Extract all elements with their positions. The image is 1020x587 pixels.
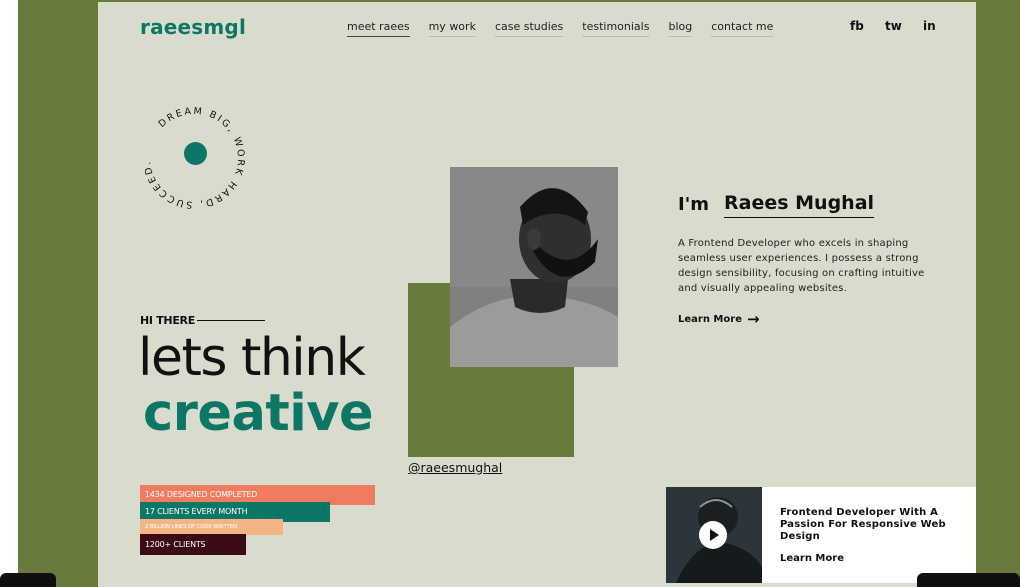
corner-widget-left xyxy=(0,573,56,587)
main-nav: meet raees my work case studies testimon… xyxy=(347,20,774,37)
profile-photo xyxy=(450,167,618,367)
hero-headline-line2: creative xyxy=(143,384,374,443)
video-card-title: Frontend Developer With A Passion For Re… xyxy=(780,507,946,542)
learn-more-label: Learn More xyxy=(678,314,742,325)
nav-item-case-studies[interactable]: case studies xyxy=(494,20,564,37)
corner-widget-right xyxy=(917,573,1020,587)
nav-item-meet-raees[interactable]: meet raees xyxy=(347,20,410,37)
nav-item-my-work[interactable]: my work xyxy=(428,20,476,37)
video-card[interactable]: Frontend Developer With A Passion For Re… xyxy=(666,487,976,583)
profile-bio: A Frontend Developer who excels in shapi… xyxy=(678,238,925,294)
play-icon[interactable] xyxy=(699,521,727,549)
badge-center-dot xyxy=(184,142,207,165)
landing-page: raeesmgl meet raees my work case studies… xyxy=(98,2,976,587)
social-handle[interactable]: @raeesmughal xyxy=(408,460,502,475)
twitter-link[interactable]: tw xyxy=(885,19,902,33)
greeting-line xyxy=(196,320,265,321)
nav-item-contact-me[interactable]: contact me xyxy=(711,20,774,37)
arrow-right-icon: → xyxy=(746,310,760,328)
greeting-row: HI THERE xyxy=(140,314,265,327)
stat-total-clients: 1200+ CLIENTS xyxy=(140,534,246,555)
outer-frame: raeesmgl meet raees my work case studies… xyxy=(18,0,1020,587)
nav-item-blog[interactable]: blog xyxy=(668,20,693,37)
intro-text: I'm xyxy=(678,194,709,215)
stat-lines-of-code: 2 BILLION LINES OF CODE WRITTEN xyxy=(140,519,283,535)
linkedin-link[interactable]: in xyxy=(923,19,936,33)
nav-item-testimonials[interactable]: testimonials xyxy=(582,20,650,37)
hero-headline-line1: lets think xyxy=(138,328,366,388)
video-card-learn-more[interactable]: Learn More xyxy=(780,553,844,564)
site-logo[interactable]: raeesmgl xyxy=(140,15,246,39)
video-thumbnail[interactable] xyxy=(666,487,762,583)
greeting-text: HI THERE xyxy=(140,314,195,327)
learn-more-link[interactable]: Learn More → xyxy=(678,312,760,327)
facebook-link[interactable]: fb xyxy=(850,19,864,33)
profile-name: Raees Mughal xyxy=(724,192,875,218)
